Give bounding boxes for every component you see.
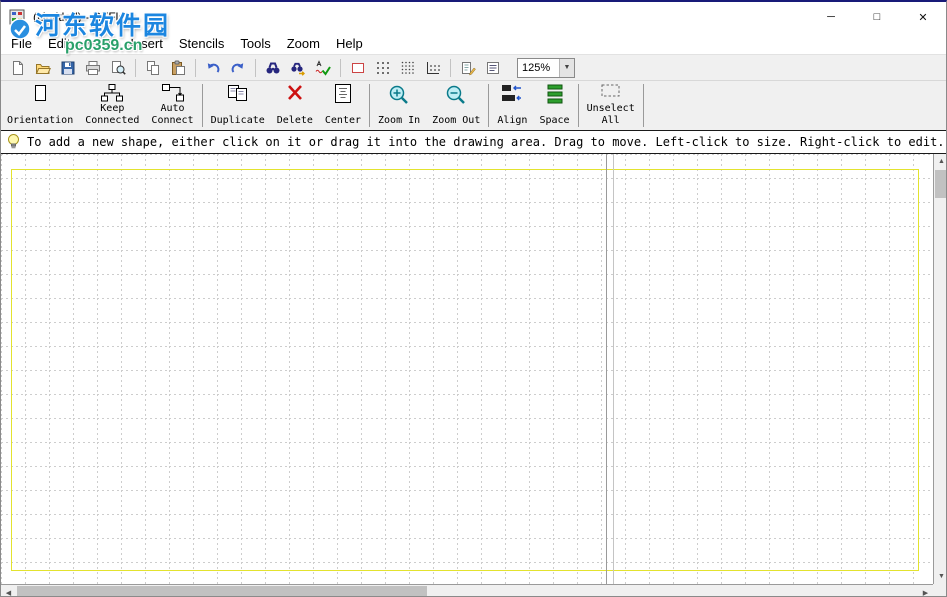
tip-bar: To add a new shape, either click on it o… [1, 130, 946, 154]
zoom-in-label: Zoom In [378, 115, 420, 127]
scrollbar-corner [933, 584, 947, 597]
horizontal-scroll-thumb[interactable] [17, 586, 427, 597]
vertical-scroll-thumb[interactable] [935, 170, 947, 198]
open-folder-icon[interactable] [32, 57, 54, 79]
app-window: (Untitled) - RFFlow ─ □ ✕ File Edit View… [0, 0, 947, 597]
menu-stencils[interactable]: Stencils [171, 34, 233, 53]
menu-insert[interactable]: Insert [122, 34, 171, 53]
toolbar-separator [340, 59, 341, 77]
redo-icon[interactable] [227, 57, 249, 79]
unselect-all-button[interactable]: Unselect All [581, 81, 641, 130]
toolbar-separator [202, 84, 203, 127]
zoom-out-label: Zoom Out [432, 115, 480, 127]
align-label: Align [497, 115, 527, 127]
align-icon [501, 84, 523, 106]
scroll-up-arrow[interactable]: ▲ [934, 154, 947, 169]
keep-connected-icon [101, 84, 123, 106]
save-icon[interactable] [57, 57, 79, 79]
new-document-icon[interactable] [7, 57, 29, 79]
page-options-icon[interactable] [457, 57, 479, 79]
unselect-all-label2: All [602, 115, 620, 127]
zoom-in-button[interactable]: Zoom In [372, 81, 426, 130]
delete-icon [285, 84, 305, 106]
vertical-scrollbar[interactable]: ▲ ▼ [933, 154, 947, 584]
title-bar: (Untitled) - RFFlow ─ □ ✕ [1, 2, 946, 32]
toolbar-separator [643, 84, 644, 127]
toolbar-separator [255, 59, 256, 77]
orientation-button[interactable]: Orientation [1, 81, 79, 130]
duplicate-button[interactable]: Duplicate [205, 81, 271, 130]
spellcheck-icon[interactable] [312, 57, 334, 79]
find-next-icon[interactable] [287, 57, 309, 79]
duplicate-label: Duplicate [211, 115, 265, 127]
auto-connect-label2: Connect [151, 115, 193, 127]
grid-dots-icon[interactable] [372, 57, 394, 79]
grid-ruler-icon[interactable] [422, 57, 444, 79]
space-button[interactable]: Space [533, 81, 575, 130]
scroll-right-arrow[interactable]: ▶ [918, 585, 933, 597]
center-icon [333, 84, 353, 106]
zoom-in-icon [388, 84, 410, 106]
window-controls: ─ □ ✕ [808, 2, 946, 32]
page-break-line [606, 154, 607, 584]
close-button[interactable]: ✕ [900, 2, 946, 32]
undo-icon[interactable] [202, 57, 224, 79]
auto-connect-button[interactable]: Auto Connect [145, 81, 199, 130]
zoom-out-icon [445, 84, 467, 106]
menu-zoom[interactable]: Zoom [279, 34, 328, 53]
tip-text: To add a new shape, either click on it o… [27, 135, 945, 149]
find-icon[interactable] [262, 57, 284, 79]
toolbar-separator [195, 59, 196, 77]
notes-icon[interactable] [482, 57, 504, 79]
keep-connected-label2: Connected [85, 115, 139, 127]
center-label: Center [325, 115, 361, 127]
copy-icon[interactable] [142, 57, 164, 79]
app-icon [9, 9, 25, 25]
space-label: Space [539, 115, 569, 127]
center-button[interactable]: Center [319, 81, 367, 130]
menu-file[interactable]: File [3, 34, 40, 53]
toolbar-separator [135, 59, 136, 77]
orientation-icon [30, 84, 50, 106]
toolbar-separator [450, 59, 451, 77]
zoom-value: 125% [518, 62, 559, 74]
zoom-dropdown-arrow[interactable]: ▼ [559, 59, 574, 77]
zoom-out-button[interactable]: Zoom Out [426, 81, 486, 130]
page-break-line-2 [613, 154, 614, 584]
minimize-button[interactable]: ─ [808, 2, 854, 32]
menu-help[interactable]: Help [328, 34, 371, 53]
duplicate-icon [227, 84, 249, 106]
toolbar-separator [488, 84, 489, 127]
grid-fine-icon[interactable] [397, 57, 419, 79]
orientation-label: Orientation [7, 115, 73, 127]
paste-icon[interactable] [167, 57, 189, 79]
toolbar-separator [578, 84, 579, 127]
scroll-down-arrow[interactable]: ▼ [934, 569, 947, 584]
scroll-left-arrow[interactable]: ◀ [1, 585, 16, 597]
maximize-button[interactable]: □ [854, 2, 900, 32]
window-title: (Untitled) - RFFlow [33, 10, 134, 24]
toolbar-separator [369, 84, 370, 127]
text-frame-icon[interactable] [347, 57, 369, 79]
menu-tools[interactable]: Tools [232, 34, 278, 53]
unselect-all-icon [601, 84, 621, 106]
horizontal-scrollbar[interactable]: ◀ ▶ [1, 584, 933, 597]
menu-view[interactable]: View [78, 34, 122, 53]
delete-button[interactable]: Delete [271, 81, 319, 130]
page-border [11, 169, 919, 571]
auto-connect-icon [162, 84, 184, 106]
standard-toolbar: 125% ▼ [1, 54, 946, 80]
lightbulb-icon [6, 133, 21, 151]
menu-bar: File Edit View Insert Stencils Tools Zoo… [1, 32, 946, 54]
delete-label: Delete [277, 115, 313, 127]
space-icon [545, 84, 565, 106]
shape-toolbar: Orientation Keep Connected Auto Connect … [1, 80, 946, 130]
align-button[interactable]: Align [491, 81, 533, 130]
drawing-area[interactable] [1, 154, 933, 584]
zoom-select[interactable]: 125% ▼ [517, 58, 575, 78]
print-preview-icon[interactable] [107, 57, 129, 79]
print-icon[interactable] [82, 57, 104, 79]
menu-edit[interactable]: Edit [40, 34, 78, 53]
keep-connected-button[interactable]: Keep Connected [79, 81, 145, 130]
